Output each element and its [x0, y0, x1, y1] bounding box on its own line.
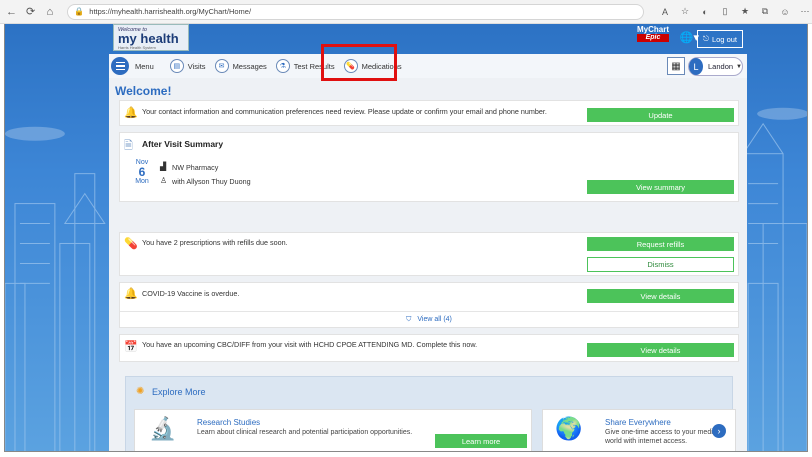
avs-title: After Visit Summary — [142, 139, 224, 149]
vaccine-text: COVID-19 Vaccine is overdue. — [142, 289, 240, 298]
lock-icon: 🔒 — [74, 7, 85, 16]
alert-bell-icon: 🔔 — [124, 288, 138, 300]
calendar-icon: 📅 — [124, 341, 138, 353]
view-all-link[interactable]: ⛉ View all (4) — [120, 311, 738, 327]
mychart-epic-logo: MyChart Epic — [636, 25, 669, 42]
questionnaire-text: You have an upcoming CBC/DIFF from your … — [142, 340, 478, 349]
share-desc: Give one-time access to your medical wor… — [605, 429, 722, 445]
nav-messages-label: Messages — [232, 61, 267, 71]
myhealth-logo[interactable]: Welcome to my health Harris Health Syste… — [113, 24, 189, 51]
research-title: Research Studies — [197, 418, 261, 427]
explore-more-section: ✺ Explore More 🔬 Research Studies Learn … — [125, 376, 736, 451]
menu-label: Menu — [135, 61, 154, 71]
browser-toolbar: ← ⟳ ⌂ 🔒 https://myhealth.harrishealth.or… — [0, 0, 812, 24]
user-name: Landon — [708, 62, 734, 71]
research-studies-card: 🔬 Research Studies Learn about clinical … — [134, 409, 532, 451]
after-visit-summary-card: 🗎 After Visit Summary Nov 6 Mon ▟ NW Pha… — [119, 132, 739, 202]
share-title: Share Everywhere — [605, 418, 671, 427]
provider-icon: ♙ — [160, 176, 168, 185]
carousel-next-icon[interactable]: › — [712, 424, 726, 438]
globe-share-icon: 🌍 — [555, 416, 583, 441]
epic-label: Epic — [636, 34, 669, 42]
lightbulb-icon: ✺ — [136, 386, 145, 397]
main-navbar: Menu ▤ Visits ✉ Messages ⚗ Test Results … — [109, 54, 747, 78]
nav-visits[interactable]: ▤ Visits — [169, 59, 206, 73]
url-text: https://myhealth.harrishealth.org/MyChar… — [89, 7, 252, 16]
view-all-label: View all (4) — [417, 316, 452, 323]
explore-title: Explore More — [152, 387, 206, 397]
update-button[interactable]: Update — [587, 108, 734, 122]
vaccine-view-details-button[interactable]: View details — [587, 289, 734, 303]
address-bar[interactable]: 🔒 https://myhealth.harrishealth.org/MyCh… — [67, 3, 644, 20]
nav-visits-label: Visits — [187, 61, 206, 71]
read-aloud-icon[interactable]: A — [658, 5, 672, 19]
visits-icon: ▤ — [169, 59, 184, 73]
pill-icon: 💊 — [124, 238, 138, 250]
dismiss-button[interactable]: Dismiss — [587, 257, 734, 272]
avatar: L — [689, 58, 704, 75]
page-title: Welcome! — [115, 84, 172, 98]
split-screen-icon[interactable]: ▯ — [718, 5, 732, 19]
avs-date: Nov 6 Mon — [130, 159, 154, 185]
main-content: Welcome! 🔔 Your contact information and … — [109, 78, 747, 451]
favorite-star-icon[interactable]: ☆ — [678, 5, 692, 19]
profile-icon[interactable]: ☺ — [778, 5, 792, 19]
app-header: Welcome to my health Harris Health Syste… — [109, 24, 747, 54]
request-refills-button[interactable]: Request refills — [587, 237, 734, 251]
research-desc: Learn about clinical research and potent… — [197, 429, 413, 436]
collections-icon[interactable]: ⧉ — [758, 5, 772, 19]
microscope-icon: 🔬 — [149, 416, 177, 441]
vaccine-card: 🔔 COVID-19 Vaccine is overdue. View deta… — [119, 282, 739, 328]
favorites-icon[interactable]: ★ — [738, 5, 752, 19]
learn-more-button[interactable]: Learn more — [435, 434, 527, 448]
contact-alert-card: 🔔 Your contact information and communica… — [119, 100, 739, 126]
hamburger-icon — [111, 57, 129, 75]
mychart-label: MyChart — [636, 25, 669, 34]
logout-icon: ⎋ — [703, 34, 709, 43]
avs-provider: with Allyson Thuy Duong — [172, 177, 251, 186]
avs-day: 6 — [138, 165, 146, 179]
menu-button[interactable]: Menu — [111, 57, 154, 75]
chevron-down-icon: ▼ — [736, 63, 742, 70]
refills-text: You have 2 prescriptions with refills du… — [142, 238, 288, 247]
avs-location: NW Pharmacy — [172, 163, 219, 172]
refresh-icon[interactable]: ⟳ — [23, 4, 38, 20]
qr-code-icon[interactable]: ▦ — [667, 57, 685, 75]
logout-button[interactable]: ⎋ Log out — [697, 30, 743, 48]
nav-messages[interactable]: ✉ Messages — [214, 59, 267, 73]
contact-alert-text: Your contact information and communicati… — [142, 107, 547, 116]
medications-highlight-box — [321, 44, 397, 81]
more-icon[interactable]: ⋯ — [798, 5, 812, 19]
messages-icon: ✉ — [214, 59, 229, 73]
home-icon[interactable]: ⌂ — [42, 4, 57, 20]
user-menu[interactable]: L Landon ▼ — [688, 57, 743, 76]
back-icon[interactable]: ← — [4, 4, 19, 20]
view-summary-button[interactable]: View summary — [587, 180, 734, 194]
questionnaire-card: 📅 You have an upcoming CBC/DIFF from you… — [119, 334, 739, 362]
test-results-icon: ⚗ — [275, 59, 290, 73]
avs-weekday: Mon — [135, 178, 149, 185]
logout-label: Log out — [711, 34, 737, 44]
app-background: Welcome to my health Harris Health Syste… — [4, 24, 808, 452]
refills-card: 💊 You have 2 prescriptions with refills … — [119, 232, 739, 276]
logo-title: my health — [118, 31, 179, 46]
questionnaire-view-details-button[interactable]: View details — [587, 343, 734, 357]
building-icon: ▟ — [160, 162, 167, 171]
extension-icon[interactable]: ◐ — [698, 5, 712, 19]
document-icon: 🗎 — [124, 140, 133, 152]
bell-icon: 🔔 — [124, 107, 138, 119]
shield-icon: ⛉ — [406, 315, 412, 323]
share-everywhere-card: 🌍 Share Everywhere Give one-time access … — [542, 409, 736, 451]
